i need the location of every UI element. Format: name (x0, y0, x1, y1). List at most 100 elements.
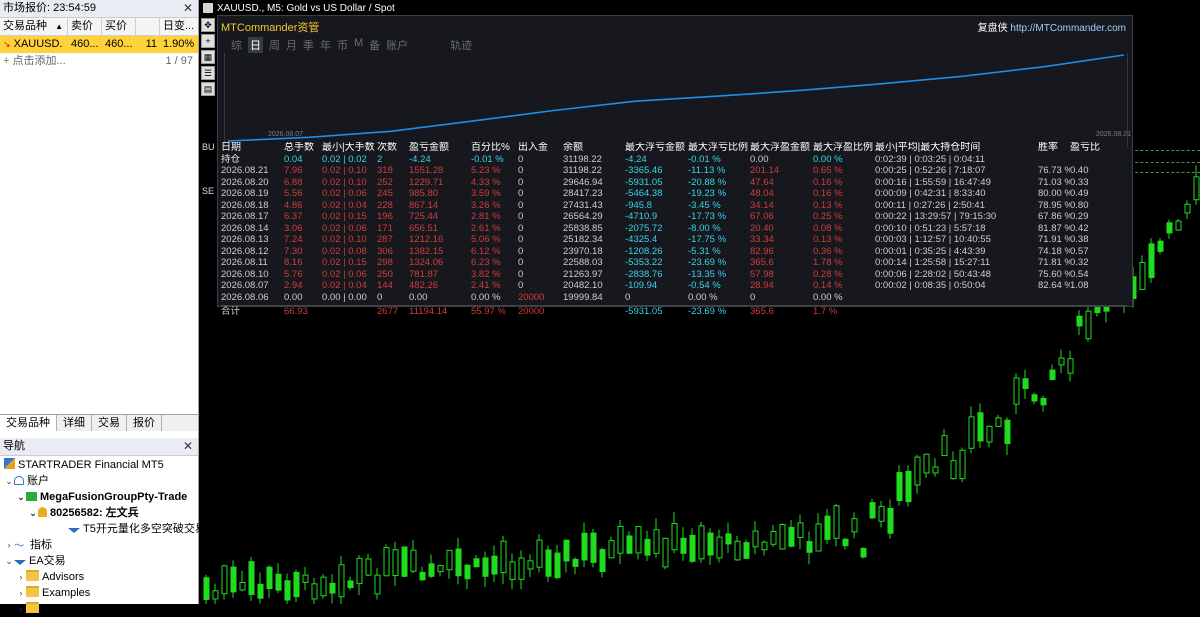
tab-trading[interactable]: 交易 (92, 415, 127, 431)
tab-notes[interactable]: 备 (369, 37, 380, 53)
grid-icon[interactable]: ▦ (201, 50, 215, 64)
col-header-total-lots: 总手数 (284, 142, 314, 153)
crosshair-icon[interactable]: + (201, 34, 215, 48)
candle (959, 447, 966, 483)
chevron-right-icon[interactable]: › (16, 569, 26, 585)
cell-win-rate: 75.60 % (1038, 268, 1070, 280)
mtc-site-link[interactable]: 复盘侠 http://MTCommander.com (978, 19, 1126, 34)
list-icon[interactable]: ☰ (201, 66, 215, 80)
candle (1148, 238, 1155, 283)
tab-quarter[interactable]: 季 (303, 37, 314, 53)
tab-trajectory[interactable]: 轨迹 (450, 37, 472, 53)
equity-curve-line (227, 54, 1125, 142)
col-header-spread[interactable] (136, 18, 160, 35)
cell-max-float-profit-pct: 1.7 % (813, 306, 838, 317)
candle (356, 555, 363, 596)
candle (473, 555, 480, 568)
nav-item-account[interactable]: ⌄ 80256582: 左文兵 (0, 505, 198, 521)
nav-item-examples[interactable]: › Examples (0, 585, 198, 601)
cell-deposit: 20000 (518, 306, 545, 317)
add-symbol-row[interactable]: + 点击添加... 1 / 97 (0, 53, 198, 70)
tab-summary[interactable]: 综 (231, 37, 242, 53)
nav-item-server[interactable]: ⌄ MegaFusionGroupPty-Trade (0, 489, 198, 505)
curve-start-date: 2026.08.07 (268, 131, 304, 138)
cell-trade-count: 252 (377, 176, 393, 188)
col-header-bid[interactable]: 卖价 (68, 18, 102, 35)
candle (689, 528, 696, 563)
tab-month[interactable]: 月 (286, 37, 297, 53)
cell-trade-count: 2677 (377, 306, 399, 317)
chevron-down-icon[interactable]: ⌄ (16, 489, 26, 505)
cell-holding-time: 0:00:06 | 2:28:02 | 50:43:48 (875, 268, 991, 280)
nav-item-advisors[interactable]: › Advisors (0, 569, 198, 585)
graduation-cap-icon (14, 560, 26, 565)
candle (824, 508, 831, 544)
nav-item-expert[interactable]: T5开元量化多空突破交易系 (0, 521, 217, 537)
candle (896, 465, 903, 506)
candle (653, 518, 660, 558)
chevron-down-icon[interactable]: ⌄ (4, 553, 14, 569)
col-header-deposit: 出入金 (518, 142, 548, 153)
chevron-right-icon[interactable]: › (16, 601, 26, 617)
chevron-right-icon[interactable]: › (4, 537, 14, 553)
candle (563, 539, 570, 573)
col-header-ask[interactable]: 买价 (102, 18, 136, 35)
tab-details[interactable]: 详细 (57, 415, 92, 431)
nav-item-broker[interactable]: STARTRADER Financial MT5 (0, 457, 198, 473)
close-icon[interactable]: ✕ (183, 0, 193, 17)
level-line[interactable] (1130, 162, 1200, 163)
cell-profit-ratio: 0.38 (1070, 234, 1089, 245)
chevron-down-icon[interactable]: ⌄ (4, 473, 14, 489)
nav-item-experts[interactable]: ⌄ EA交易 (0, 553, 198, 569)
tab-account[interactable]: 账户 (386, 37, 408, 53)
cell-pnl: -4.24 (409, 153, 431, 165)
cell-deposit: 0 (518, 211, 524, 222)
cell-min-max-lots: 0.02 | 0.04 (322, 199, 367, 211)
candle (851, 512, 858, 539)
cell-pnl: 1229.71 (409, 176, 444, 188)
nav-item-accounts[interactable]: ⌄ 账户 (0, 473, 198, 489)
chevron-down-icon[interactable]: ⌄ (28, 505, 38, 521)
cell-total-lots: 7.30 (284, 245, 303, 257)
cell-profit-ratio: 0.80 (1070, 199, 1089, 211)
close-icon[interactable]: ✕ (183, 438, 193, 455)
candle (302, 566, 309, 591)
candle (518, 550, 525, 590)
candle (248, 556, 255, 602)
candle (293, 569, 300, 603)
level-line[interactable] (1130, 150, 1200, 151)
tab-year[interactable]: 年 (320, 37, 331, 53)
nav-item-free-robots[interactable]: › Free Robots (0, 601, 198, 617)
tab-day[interactable]: 日 (248, 37, 263, 53)
col-header-symbol[interactable]: 交易品种 ▲ (0, 18, 68, 35)
candle (203, 574, 210, 604)
col-header-trade-count: 次数 (377, 142, 397, 153)
candle (365, 553, 372, 577)
tab-currency[interactable]: 币 (337, 37, 348, 53)
cell-max-float-profit-pct: 0.65 % (813, 165, 843, 176)
col-header-date: 日期 (221, 142, 241, 153)
panel-icon[interactable]: ▤ (201, 82, 215, 96)
level-line[interactable] (1130, 172, 1200, 173)
cell-deposit: 0 (518, 165, 524, 176)
move-icon[interactable]: ✥ (201, 18, 215, 32)
candle (662, 537, 669, 570)
chevron-right-icon[interactable]: › (16, 585, 26, 601)
users-icon (14, 476, 24, 485)
cell-min-max-lots: 0.02 | 0.15 (322, 257, 367, 268)
tab-magic[interactable]: M (354, 37, 363, 53)
candle (401, 546, 408, 578)
col-header-change[interactable]: 日变... (160, 18, 198, 35)
candle (329, 574, 336, 604)
tab-week[interactable]: 周 (269, 37, 280, 53)
tab-symbols[interactable]: 交易品种 (0, 415, 57, 431)
folder-icon (26, 570, 39, 581)
day-row: 2026.08.17 6.37 0.02 | 0.15 196 725.44 2.81 %… (221, 211, 1127, 223)
nav-item-indicators[interactable]: › 〜指标 (0, 537, 198, 553)
cell-percent: 6.23 % (471, 257, 501, 268)
tab-ticks[interactable]: 报价 (127, 415, 162, 431)
symbol-row[interactable]: ↘ XAUUSD. 460... 460... 11 1.90% (0, 36, 198, 53)
ask-cell: 460... (105, 38, 133, 50)
cell-percent: 3.26 % (471, 199, 501, 211)
cell-balance: 28417.23 (563, 188, 603, 199)
